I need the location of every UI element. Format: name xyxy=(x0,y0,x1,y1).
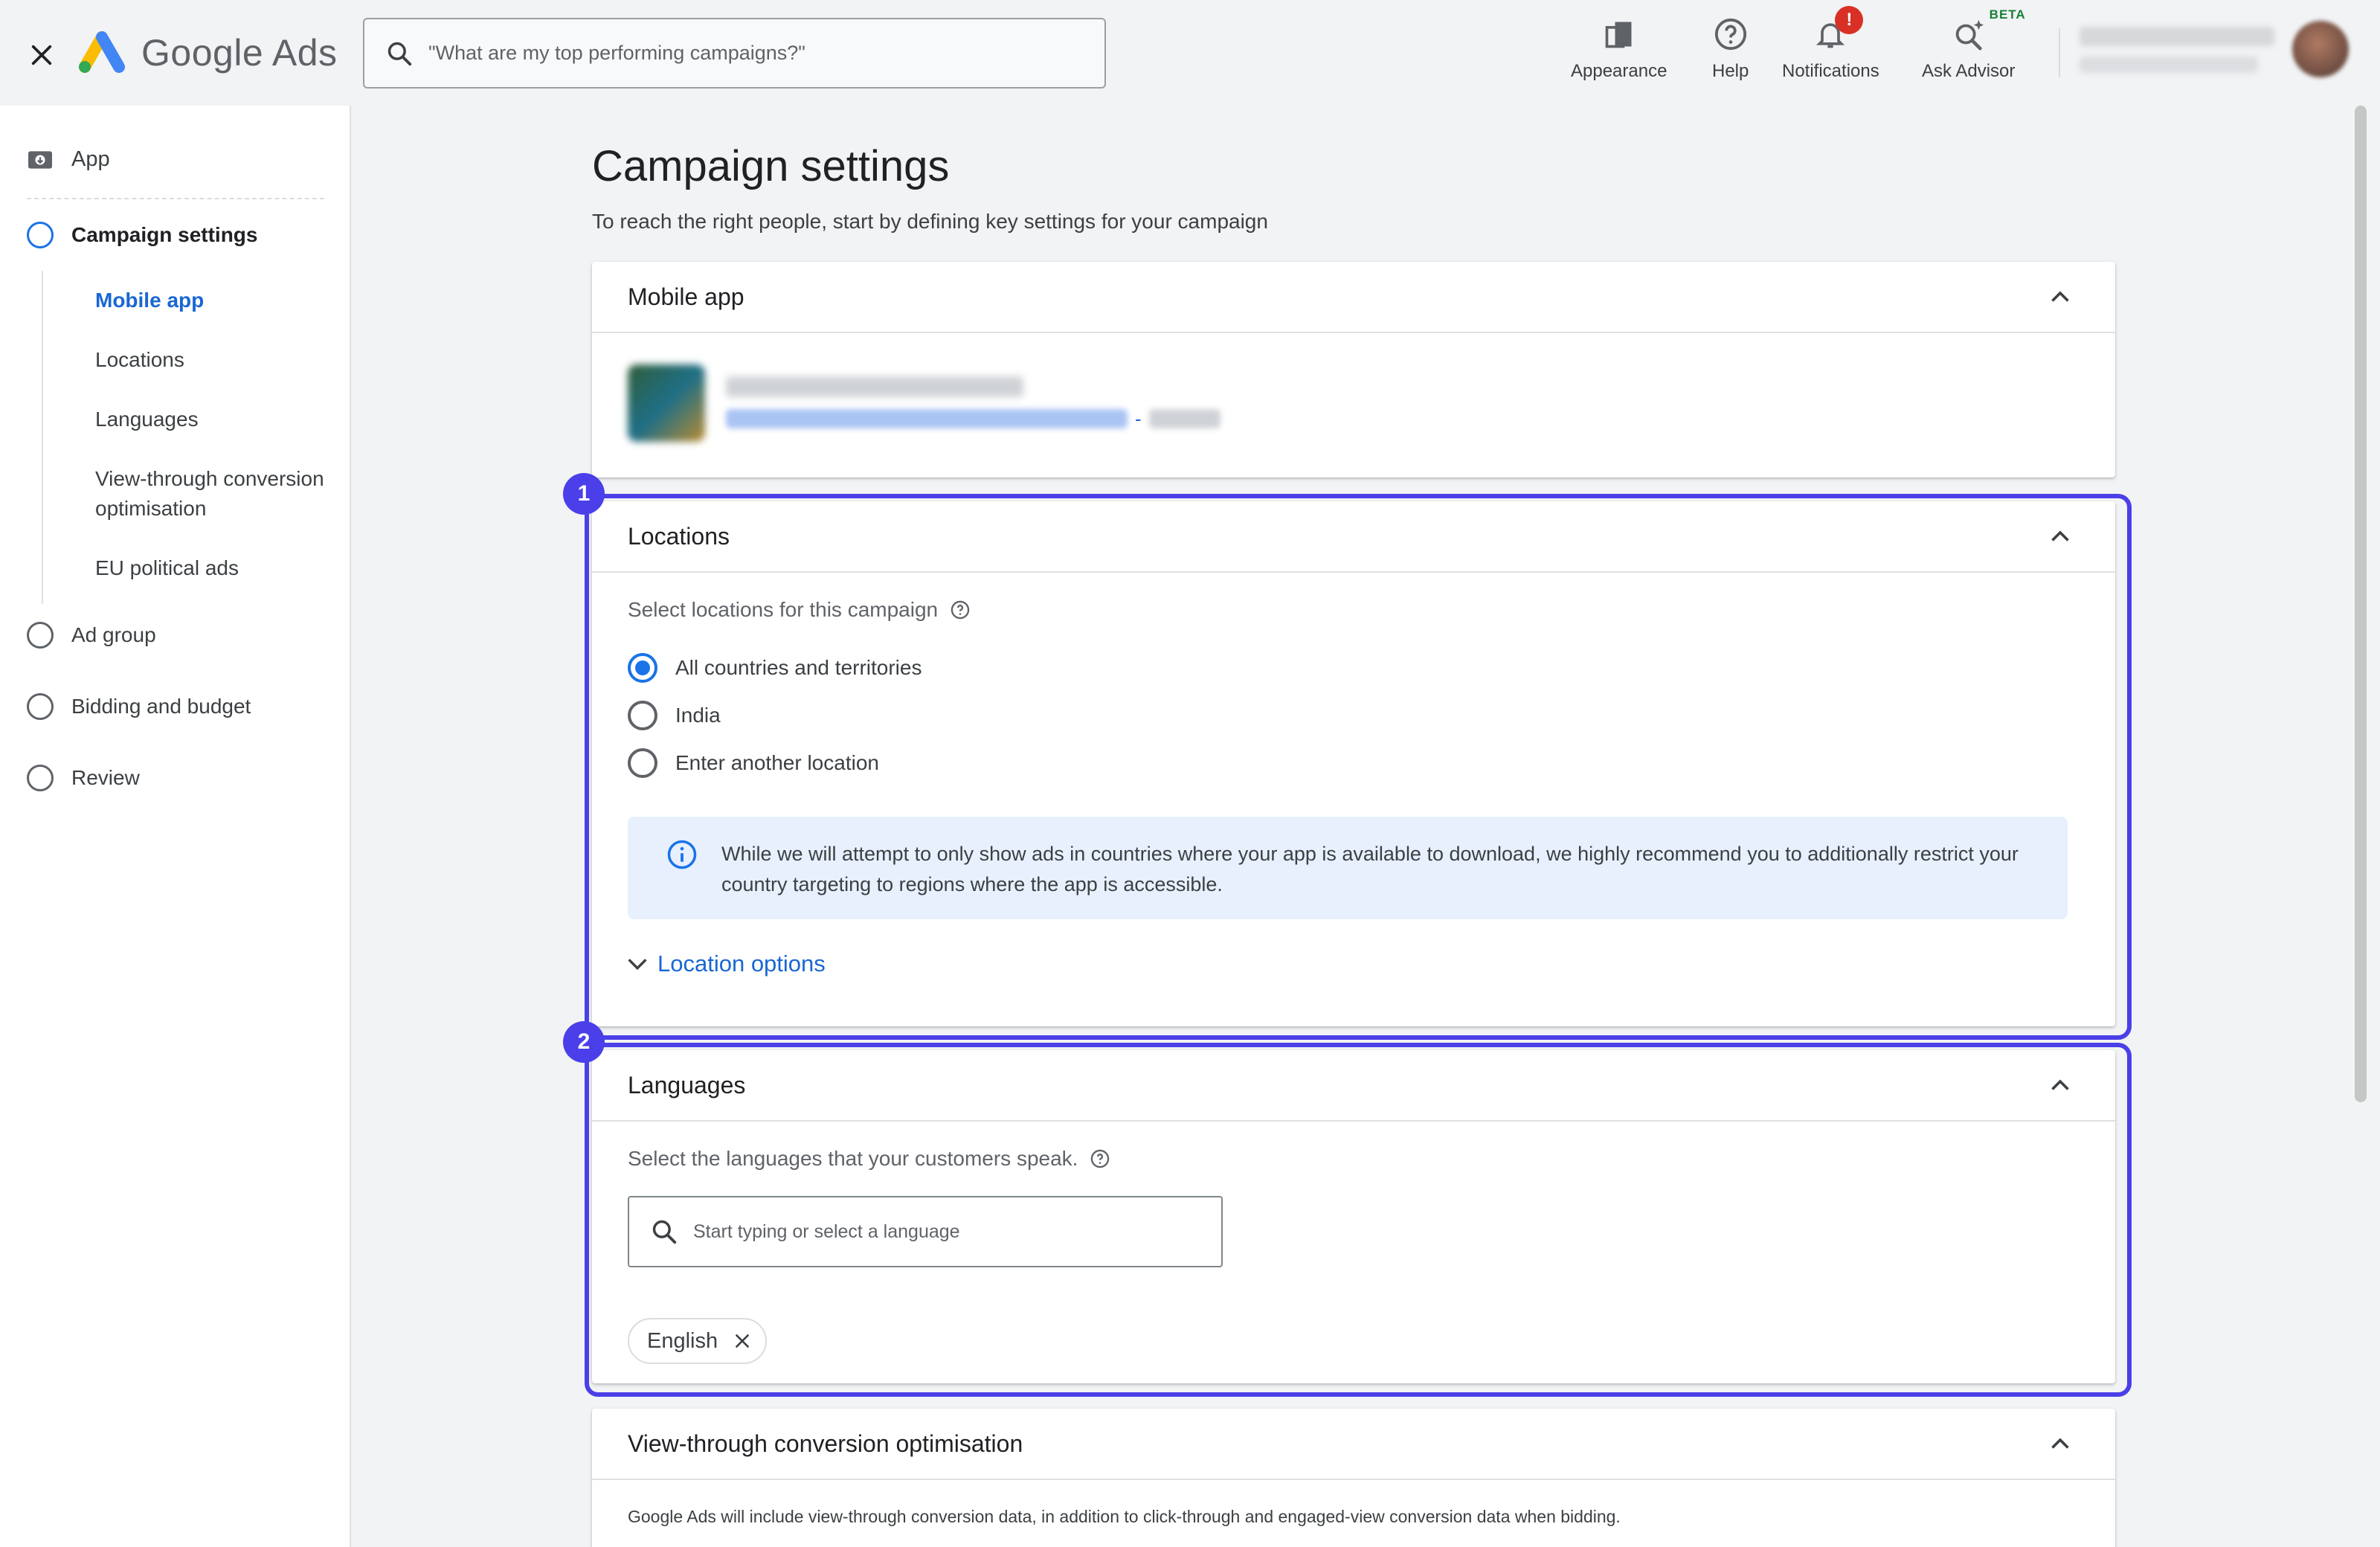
card-title: Mobile app xyxy=(628,283,744,310)
account-email-redacted xyxy=(2080,57,2258,73)
appearance-button[interactable]: Appearance xyxy=(1571,13,1667,82)
sidebar-item-label: App xyxy=(71,147,110,171)
search-input[interactable]: "What are my top performing campaigns?" xyxy=(363,18,1106,89)
highlight-box-locations xyxy=(585,494,2132,1040)
toolbar-divider xyxy=(2059,28,2060,77)
page-scrollbar[interactable] xyxy=(2355,106,2367,1102)
step-review[interactable]: Review xyxy=(27,765,140,791)
step-label: Campaign settings xyxy=(71,223,258,246)
step-campaign-settings[interactable]: Campaign settings xyxy=(27,222,257,248)
search-placeholder: "What are my top performing campaigns?" xyxy=(428,42,805,64)
step-label: Review xyxy=(71,766,140,789)
advisor-icon xyxy=(1955,19,1984,51)
app-store-redacted xyxy=(1148,409,1220,428)
mobile-app-card: Mobile app - xyxy=(592,262,2115,477)
step-number-badge: 2 xyxy=(563,1021,605,1063)
chevron-up-icon[interactable] xyxy=(2047,1431,2074,1458)
ask-advisor-label: Ask Advisor xyxy=(1922,61,2016,81)
mobile-app-header[interactable]: Mobile app xyxy=(592,262,2115,333)
notifications-label: Notifications xyxy=(1782,61,1879,81)
step-status-icon xyxy=(27,222,54,248)
step-status-icon xyxy=(27,693,54,720)
notification-badge: ! xyxy=(1835,6,1864,34)
app-link-redacted[interactable] xyxy=(726,409,1128,428)
help-button[interactable]: Help xyxy=(1712,13,1749,82)
beta-tag: BETA xyxy=(1989,7,2026,22)
step-status-icon xyxy=(27,622,54,649)
appearance-icon xyxy=(1605,22,1632,48)
search-icon xyxy=(387,42,412,65)
selected-app[interactable]: - xyxy=(628,364,1220,442)
step-status-icon xyxy=(27,765,54,791)
close-icon[interactable] xyxy=(24,37,60,73)
page-subtitle: To reach the right people, start by defi… xyxy=(592,210,1268,233)
app-icon-thumbnail xyxy=(628,364,705,442)
substep-view-through[interactable]: View-through conversion optimisation xyxy=(95,464,341,524)
step-bidding-and-budget[interactable]: Bidding and budget xyxy=(27,693,251,720)
substep-locations[interactable]: Locations xyxy=(95,345,184,375)
account-info[interactable] xyxy=(2080,27,2274,73)
account-name-redacted xyxy=(2080,27,2274,46)
app-name-redacted xyxy=(726,376,1023,397)
chevron-up-icon[interactable] xyxy=(2047,284,2074,311)
highlight-box-languages xyxy=(585,1043,2132,1397)
google-ads-logo[interactable]: Google Ads xyxy=(77,31,338,74)
step-label: Ad group xyxy=(71,623,156,646)
ask-advisor-button[interactable]: BETA Ask Advisor xyxy=(1922,7,2025,82)
view-through-card: View-through conversion optimisation Goo… xyxy=(592,1409,2115,1547)
substep-eu-political-ads[interactable]: EU political ads xyxy=(95,553,239,583)
google-ads-logo-icon xyxy=(79,31,125,73)
help-label: Help xyxy=(1712,61,1749,81)
appearance-label: Appearance xyxy=(1571,61,1667,81)
substep-languages[interactable]: Languages xyxy=(95,405,199,434)
help-icon xyxy=(1714,18,1746,51)
step-label: Bidding and budget xyxy=(71,695,251,718)
view-through-header[interactable]: View-through conversion optimisation xyxy=(592,1409,2115,1480)
page-title: Campaign settings xyxy=(592,142,950,190)
view-through-description: Google Ads will include view-through con… xyxy=(628,1507,1621,1526)
top-bar: Google Ads "What are my top performing c… xyxy=(0,0,2380,106)
sidebar-item-app[interactable]: App xyxy=(27,147,110,172)
card-title: View-through conversion optimisation xyxy=(628,1429,1023,1457)
sidebar-divider xyxy=(27,198,324,199)
app-icon xyxy=(28,150,52,169)
step-ad-group[interactable]: Ad group xyxy=(27,622,156,649)
link-separator: - xyxy=(1135,407,1142,430)
sidebar: App Campaign settings Mobile app Locatio… xyxy=(0,106,351,1547)
substep-line xyxy=(42,271,43,604)
notifications-button[interactable]: ! Notifications xyxy=(1782,6,1879,82)
product-name: Google Ads xyxy=(141,32,338,74)
step-number-badge: 1 xyxy=(563,473,605,515)
substep-mobile-app[interactable]: Mobile app xyxy=(95,286,204,315)
avatar[interactable] xyxy=(2292,21,2349,77)
